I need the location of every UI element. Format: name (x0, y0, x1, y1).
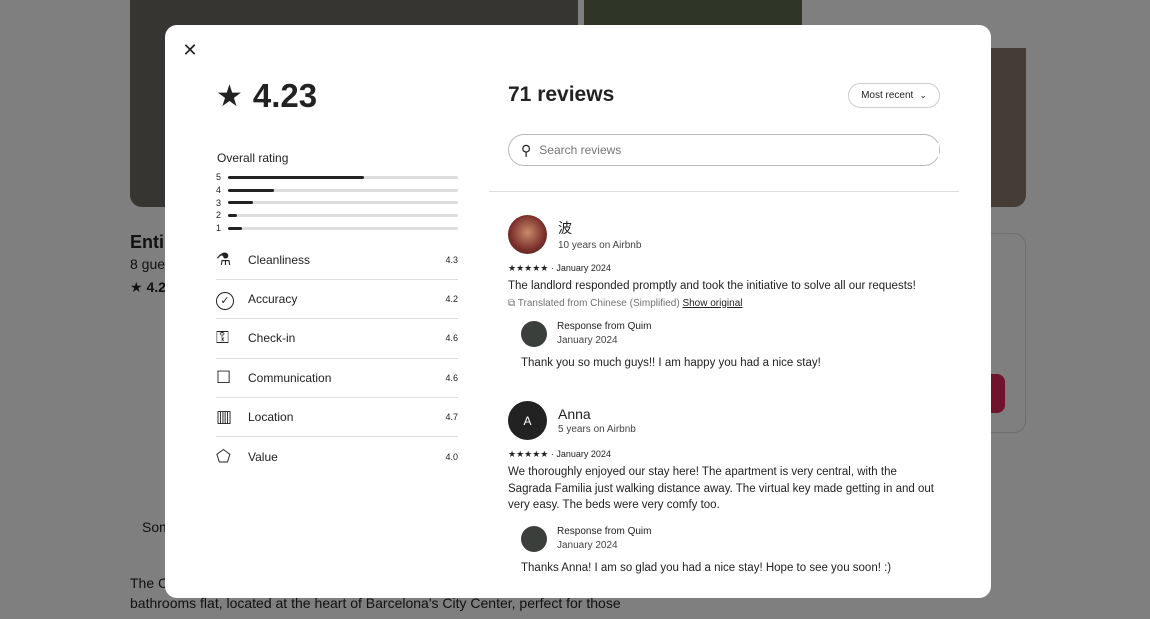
category-rating-check-in: ⚿ Check-in 4.6 (216, 319, 458, 359)
review-text: We thoroughly enjoyed our stay here! The… (508, 466, 934, 511)
category-value: 4.6 (445, 372, 458, 383)
category-value: 4.6 (445, 333, 458, 344)
translate-icon: ⧉ (508, 297, 516, 309)
response-date: January 2024 (557, 540, 618, 551)
check-circle-icon: ✓ (216, 291, 234, 310)
rating-distribution: 5 43 2 1 (216, 171, 458, 234)
rating-bar-stars: 1 (216, 223, 222, 234)
chevron-down-icon: ⌄ (919, 90, 927, 100)
category-value: 4.0 (445, 451, 458, 462)
category-value: 4.2 (445, 294, 458, 305)
category-label: Value (248, 449, 278, 464)
reviewer-tenure: 10 years on Airbnb (558, 240, 642, 251)
rating-bar-stars: 5 (216, 172, 222, 183)
search-reviews[interactable]: ⚲ (508, 134, 940, 166)
host-response: Response from Quim January 2024 Thanks A… (521, 525, 938, 577)
rating-bar-row: 2 (216, 209, 458, 222)
show-original-link[interactable]: Show original (682, 298, 742, 309)
category-label: Communication (248, 370, 332, 385)
rating-bar-fill (228, 201, 254, 205)
review-item: A Anna 5 years on Airbnb ★★★★★ · January… (508, 401, 938, 576)
host-avatar[interactable] (521, 320, 547, 347)
category-label: Location (248, 409, 294, 424)
rating-bar-row: 5 (216, 171, 458, 184)
search-input[interactable] (539, 143, 939, 157)
category-rating-accuracy: ✓ Accuracy 4.2 (216, 280, 458, 320)
category-label: Accuracy (248, 292, 298, 307)
sort-label: Most recent (861, 90, 914, 101)
rating-bar-stars: 2 (216, 210, 222, 221)
translation-note: Translated from Chinese (Simplified) (517, 297, 680, 309)
rating-bar-fill (228, 188, 274, 192)
host-avatar[interactable] (521, 525, 547, 552)
category-value: 4.3 (445, 255, 458, 266)
divider (489, 191, 959, 192)
review-date: · January 2024 (550, 449, 611, 459)
category-label: Cleanliness (248, 253, 311, 268)
response-text: Thank you so much guys!! I am happy you … (521, 356, 821, 369)
star-icon: ★ (216, 79, 243, 113)
reviews-modal: ✕ ★ 4.23 Overall rating 5 43 2 1 ⚗ Cleanline… (165, 25, 991, 598)
rating-bar-track (228, 188, 458, 192)
rating-bar-fill (228, 213, 238, 217)
avatar[interactable]: A (508, 401, 547, 440)
spray-bottle-icon: ⚗ (216, 250, 232, 270)
chat-bubble-icon: ☐ (216, 367, 232, 387)
response-text: Thanks Anna! I am so glad you had a nice… (521, 561, 892, 574)
rating-bar-row: 3 (216, 196, 458, 209)
overall-score: ★ 4.23 (216, 77, 317, 115)
response-from: Response from Quim (557, 321, 652, 332)
reviewer-tenure: 5 years on Airbnb (558, 424, 636, 435)
category-value: 4.7 (445, 411, 458, 422)
category-rating-cleanliness: ⚗ Cleanliness 4.3 (216, 241, 458, 281)
rating-bar-track (228, 175, 458, 179)
rating-bar-fill (228, 175, 364, 179)
avatar[interactable] (508, 215, 547, 254)
review-stars: ★★★★★ (508, 449, 549, 459)
reviews-count: 71 reviews (508, 83, 615, 106)
host-response: Response from Quim January 2024 Thank yo… (521, 320, 938, 372)
category-rating-value: ⬠ Value 4.0 (216, 437, 458, 476)
rating-bar-stars: 4 (216, 185, 222, 196)
review-text: The landlord responded promptly and took… (508, 280, 916, 292)
rating-bar-track (228, 213, 458, 217)
category-label: Check-in (248, 331, 296, 346)
review-item: 波 10 years on Airbnb ★★★★★ · January 202… (508, 215, 938, 371)
tag-icon: ⬠ (216, 446, 231, 466)
rating-bar-row: 1 (216, 222, 458, 235)
sort-dropdown[interactable]: Most recent ⌄ (848, 83, 940, 108)
reviewer-name: 波 (558, 220, 572, 236)
map-icon: ▥ (216, 406, 233, 426)
overall-score-value: 4.23 (252, 77, 318, 114)
reviewer-name: Anna (558, 406, 591, 422)
rating-bar-fill (228, 226, 242, 230)
review-date: · January 2024 (550, 263, 611, 273)
category-rating-communication: ☐ Communication 4.6 (216, 359, 458, 398)
category-ratings: ⚗ Cleanliness 4.3 ✓ Accuracy 4.2 ⚿ Check-in 4.6 ☐… (216, 241, 458, 476)
category-rating-location: ▥ Location 4.7 (216, 398, 458, 437)
rating-bar-track (228, 226, 458, 230)
search-icon: ⚲ (521, 141, 532, 158)
rating-bar-row: 4 (216, 184, 458, 197)
review-stars: ★★★★★ (508, 263, 549, 273)
response-from: Response from Quim (557, 526, 652, 537)
close-icon[interactable]: ✕ (181, 41, 199, 59)
key-icon: ⚿ (216, 328, 229, 348)
overall-rating-label: Overall rating (217, 151, 289, 165)
rating-bar-track (228, 201, 458, 205)
rating-bar-stars: 3 (216, 197, 222, 208)
response-date: January 2024 (557, 335, 618, 346)
